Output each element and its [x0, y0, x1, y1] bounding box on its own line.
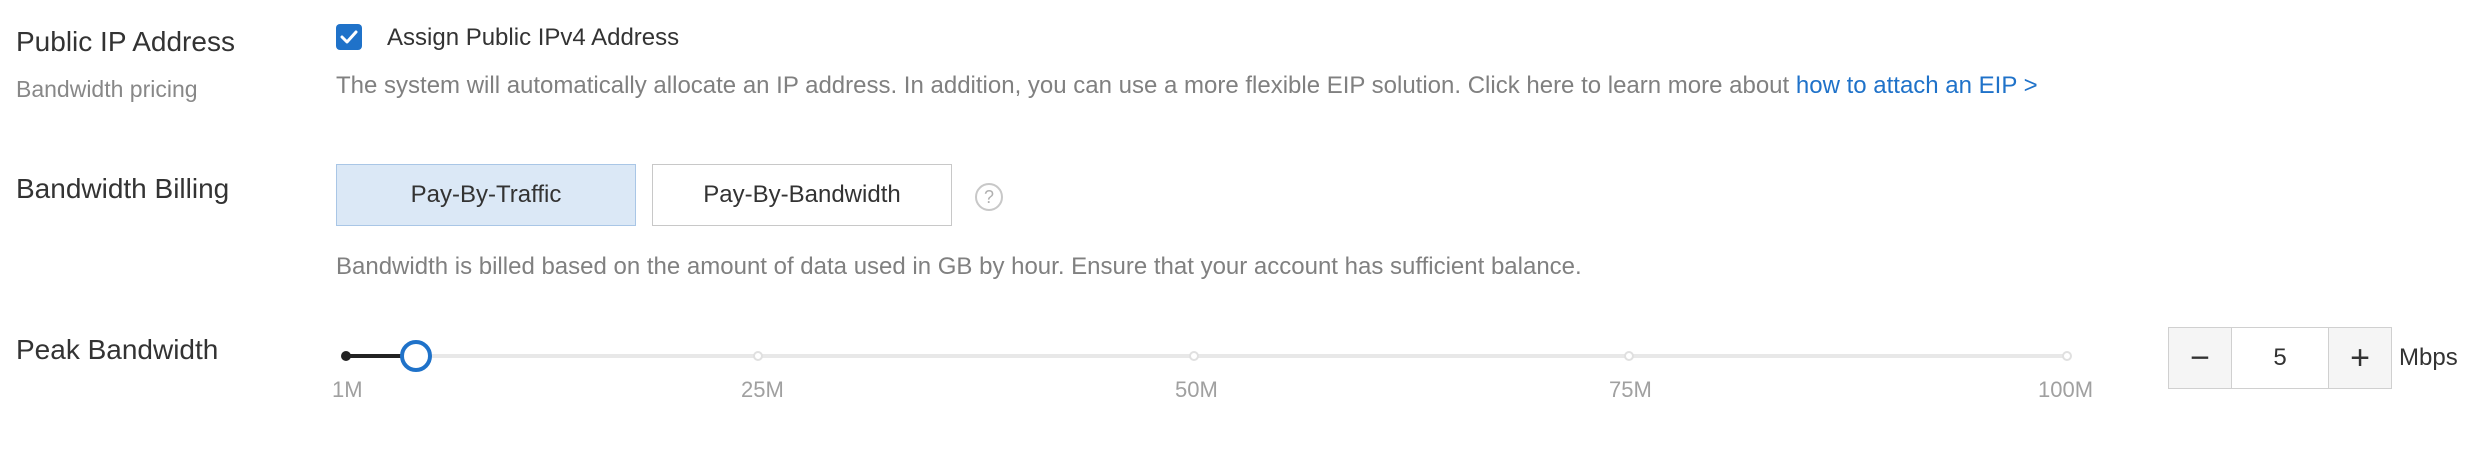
slider-start-dot [341, 351, 351, 361]
pay-by-bandwidth-button[interactable]: Pay-By-Bandwidth [652, 164, 952, 226]
bandwidth-billing-title: Bandwidth Billing [16, 173, 230, 204]
slider-label-1m: 1M [332, 377, 363, 402]
check-icon [340, 30, 358, 44]
bandwidth-slider-track[interactable] [346, 354, 2070, 358]
bandwidth-stepper: − + [2168, 327, 2392, 389]
slider-tick-25 [753, 351, 763, 361]
assign-ipv4-checkbox[interactable] [336, 24, 362, 50]
bandwidth-unit: Mbps [2399, 344, 2458, 371]
bandwidth-input[interactable] [2232, 328, 2328, 388]
bandwidth-slider-handle[interactable] [399, 340, 432, 372]
public-ip-description: The system will automatically allocate a… [336, 72, 2038, 100]
slider-tick-50 [1189, 351, 1199, 361]
pay-by-traffic-button[interactable]: Pay-By-Traffic [336, 164, 636, 226]
attach-eip-link[interactable]: how to attach an EIP > [1796, 72, 2038, 99]
public-ip-title: Public IP Address [16, 26, 235, 57]
slider-label-50m: 50M [1175, 377, 1218, 402]
slider-tick-75 [1624, 351, 1634, 361]
billing-description: Bandwidth is billed based on the amount … [336, 253, 1582, 280]
public-ip-subtitle: Bandwidth pricing [16, 76, 198, 102]
slider-tick-100 [2062, 351, 2072, 361]
slider-label-100m: 100M [2038, 377, 2094, 402]
increase-button[interactable]: + [2328, 328, 2391, 388]
slider-label-25m: 25M [741, 377, 784, 402]
public-ip-description-text: The system will automatically allocate a… [336, 72, 1796, 99]
assign-ipv4-label[interactable]: Assign Public IPv4 Address [387, 24, 679, 52]
help-question-icon[interactable]: ? [975, 183, 1003, 211]
decrease-button[interactable]: − [2169, 328, 2232, 388]
peak-bandwidth-title: Peak Bandwidth [16, 334, 219, 365]
slider-label-75m: 75M [1609, 377, 1652, 402]
